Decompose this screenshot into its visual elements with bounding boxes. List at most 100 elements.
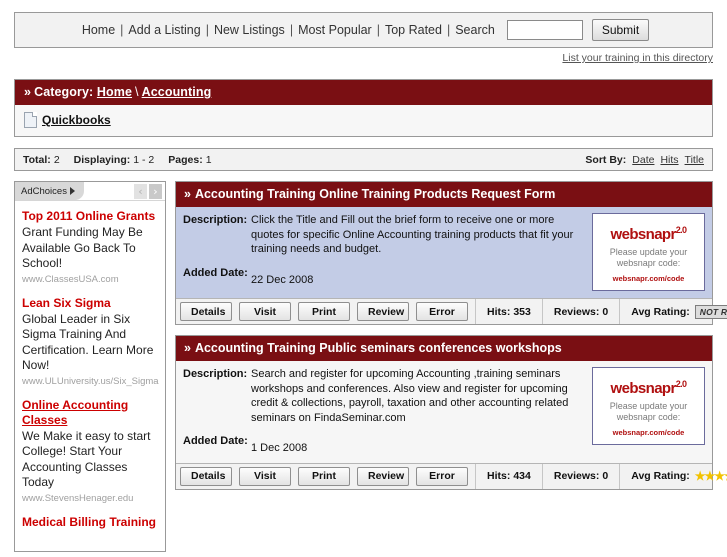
results-counts: Total: 2 Displaying: 1 - 2 Pages: 1 (23, 154, 212, 166)
ad-title[interactable]: Online Accounting Classes (22, 398, 158, 428)
ad-description: Global Leader in Six Sigma Training And … (22, 311, 154, 373)
ad-url: www.ClassesUSA.com (22, 273, 119, 285)
listing-title[interactable]: Accounting Training Online Training Prod… (195, 187, 555, 201)
rating-label: Avg Rating: (631, 470, 690, 482)
rating-stat: Avg Rating: ★★★★★ (619, 463, 727, 489)
ad-item[interactable]: Lean Six Sigma Global Leader in Six Sigm… (22, 296, 159, 389)
nav-item-most-popular[interactable]: Most Popular (294, 23, 376, 37)
ad-title[interactable]: Medical Billing Training (22, 515, 158, 530)
websnapr-version: 2.0 (675, 378, 687, 389)
listing-action-bar: Details Visit Print Review Error Hits: 35… (176, 298, 727, 324)
description-label: Description: (183, 368, 248, 380)
nav-item-top-rated[interactable]: Top Rated (381, 23, 446, 37)
ad-url: www.StevensHenager.edu (22, 492, 134, 504)
ad-sidebar: AdChoices ‹ › Top 2011 Online Grants Gra… (14, 181, 166, 552)
sort-option-title[interactable]: Title (685, 154, 704, 166)
submit-button[interactable]: Submit (591, 19, 650, 41)
review-button[interactable]: Review (357, 302, 409, 321)
listing-title-bar[interactable]: » Accounting Training Public seminars con… (176, 336, 712, 361)
total-value: 2 (53, 153, 60, 166)
adchoices-badge[interactable]: AdChoices (15, 182, 84, 200)
reviews-stat: Reviews: 0 (541, 463, 619, 489)
total-label: Total: (23, 153, 51, 166)
websnapr-code-url: websnapr.com/code (612, 427, 685, 437)
ad-title[interactable]: Top 2011 Online Grants (22, 209, 158, 224)
results-summary-bar: Total: 2 Displaying: 1 - 2 Pages: 1 Sort By… (14, 148, 713, 171)
hits-value: 434 (513, 470, 531, 482)
visit-button[interactable]: Visit (239, 466, 291, 486)
rating-stat: Avg Rating: NOT RATED (619, 299, 727, 324)
star-rating-icons: ★★★★★ (694, 469, 727, 483)
search-input[interactable] (506, 20, 583, 40)
websnapr-code-url: websnapr.com/code (612, 273, 685, 283)
ad-description: Grant Funding May Be Available Go Back T… (22, 225, 143, 270)
nav-links: Home | Add a Listing | New Listings | Mo… (78, 19, 650, 41)
websnapr-logo-text: websnapr (610, 225, 677, 243)
chevron-right-icon: » (184, 341, 191, 355)
sort-option-hits[interactable]: Hits (660, 154, 678, 166)
list-training-link-row: List your training in this directory (14, 52, 713, 68)
nav-item-search[interactable]: Search (451, 23, 499, 37)
main-content-area: AdChoices ‹ › Top 2011 Online Grants Gra… (14, 181, 727, 552)
top-navigation-bar: Home | Add a Listing | New Listings | Mo… (14, 12, 713, 48)
website-thumbnail[interactable]: websnapr2.0 Please update your websnapr … (592, 367, 705, 445)
chevron-right-icon: » (184, 187, 191, 201)
ad-url: www.ULUniversity.us/Six_Sigma (22, 375, 159, 387)
nav-item-add-a-listing[interactable]: Add a Listing (124, 23, 204, 37)
ad-prev-arrow-icon[interactable]: ‹ (134, 183, 147, 199)
reviews-stat: Reviews: 0 (541, 299, 619, 324)
hits-label: Hits: (487, 470, 511, 482)
listing-title-bar[interactable]: » Accounting Training Online Training Pro… (176, 182, 712, 207)
listing-card: » Accounting Training Public seminars con… (175, 335, 727, 490)
description-value: Click the Title and Fill out the brief f… (251, 214, 574, 255)
added-date-label: Added Date: (183, 266, 248, 279)
error-button[interactable]: Error (416, 466, 468, 486)
listing-action-bar: Details Visit Print Review Error Hits: 43… (176, 462, 727, 489)
document-icon (24, 112, 37, 128)
category-label: Category: (34, 85, 94, 99)
nav-item-new-listings[interactable]: New Listings (210, 23, 289, 37)
website-thumbnail[interactable]: websnapr2.0 Please update your websnapr … (592, 213, 705, 291)
sort-by-label: Sort By: (585, 153, 627, 166)
breadcrumb-accounting-link[interactable]: Accounting (142, 85, 212, 99)
reviews-label: Reviews: (553, 470, 600, 482)
pages-value: 1 (205, 153, 212, 166)
total-count: Total: 2 (23, 154, 60, 166)
category-breadcrumb-bar: » Category: Home \ Accounting (15, 80, 712, 105)
reviews-label: Reviews: (553, 305, 600, 318)
chevron-right-icon: » (24, 85, 32, 99)
error-button[interactable]: Error (416, 302, 468, 321)
description-value: Search and register for upcoming Account… (251, 368, 569, 424)
listing-title[interactable]: Accounting Training Public seminars conf… (195, 341, 562, 355)
added-date-row: Added Date: 22 Dec 2008 (183, 262, 586, 288)
ad-carousel-arrows: ‹ › (134, 182, 165, 200)
print-button[interactable]: Print (298, 466, 350, 486)
ad-title[interactable]: Lean Six Sigma (22, 296, 158, 311)
subcategory-link-quickbooks[interactable]: Quickbooks (42, 113, 111, 127)
displaying-value: 1 - 2 (133, 153, 155, 166)
ad-item[interactable]: Medical Billing Training (22, 515, 158, 530)
details-button[interactable]: Details (180, 302, 232, 321)
breadcrumb-home-link[interactable]: Home (97, 85, 132, 99)
ad-next-arrow-icon[interactable]: › (149, 183, 162, 199)
websnapr-message: Please update your websnapr code: (609, 246, 688, 268)
websnapr-version: 2.0 (675, 224, 687, 235)
listing-body: Description: Click the Title and Fill ou… (176, 207, 712, 298)
sort-controls: Sort By: Date Hits Title (585, 154, 704, 166)
list-your-training-link[interactable]: List your training in this directory (562, 52, 713, 64)
hits-label: Hits: (487, 305, 511, 318)
hits-stat: Hits: 434 (475, 463, 542, 489)
visit-button[interactable]: Visit (239, 302, 291, 321)
subcategory-list: Quickbooks (15, 105, 712, 136)
ad-item[interactable]: Top 2011 Online Grants Grant Funding May… (22, 209, 158, 287)
sort-option-date[interactable]: Date (632, 154, 654, 166)
rating-label: Avg Rating: (631, 305, 690, 318)
pages-label: Pages: (168, 153, 203, 166)
details-button[interactable]: Details (180, 466, 232, 486)
print-button[interactable]: Print (298, 302, 350, 321)
nav-item-home[interactable]: Home (78, 23, 119, 37)
ad-item[interactable]: Online Accounting Classes We Make it eas… (22, 398, 158, 506)
review-button[interactable]: Review (357, 466, 409, 486)
websnapr-logo-text: websnapr (610, 379, 677, 397)
websnapr-message: Please update your websnapr code: (609, 400, 688, 422)
